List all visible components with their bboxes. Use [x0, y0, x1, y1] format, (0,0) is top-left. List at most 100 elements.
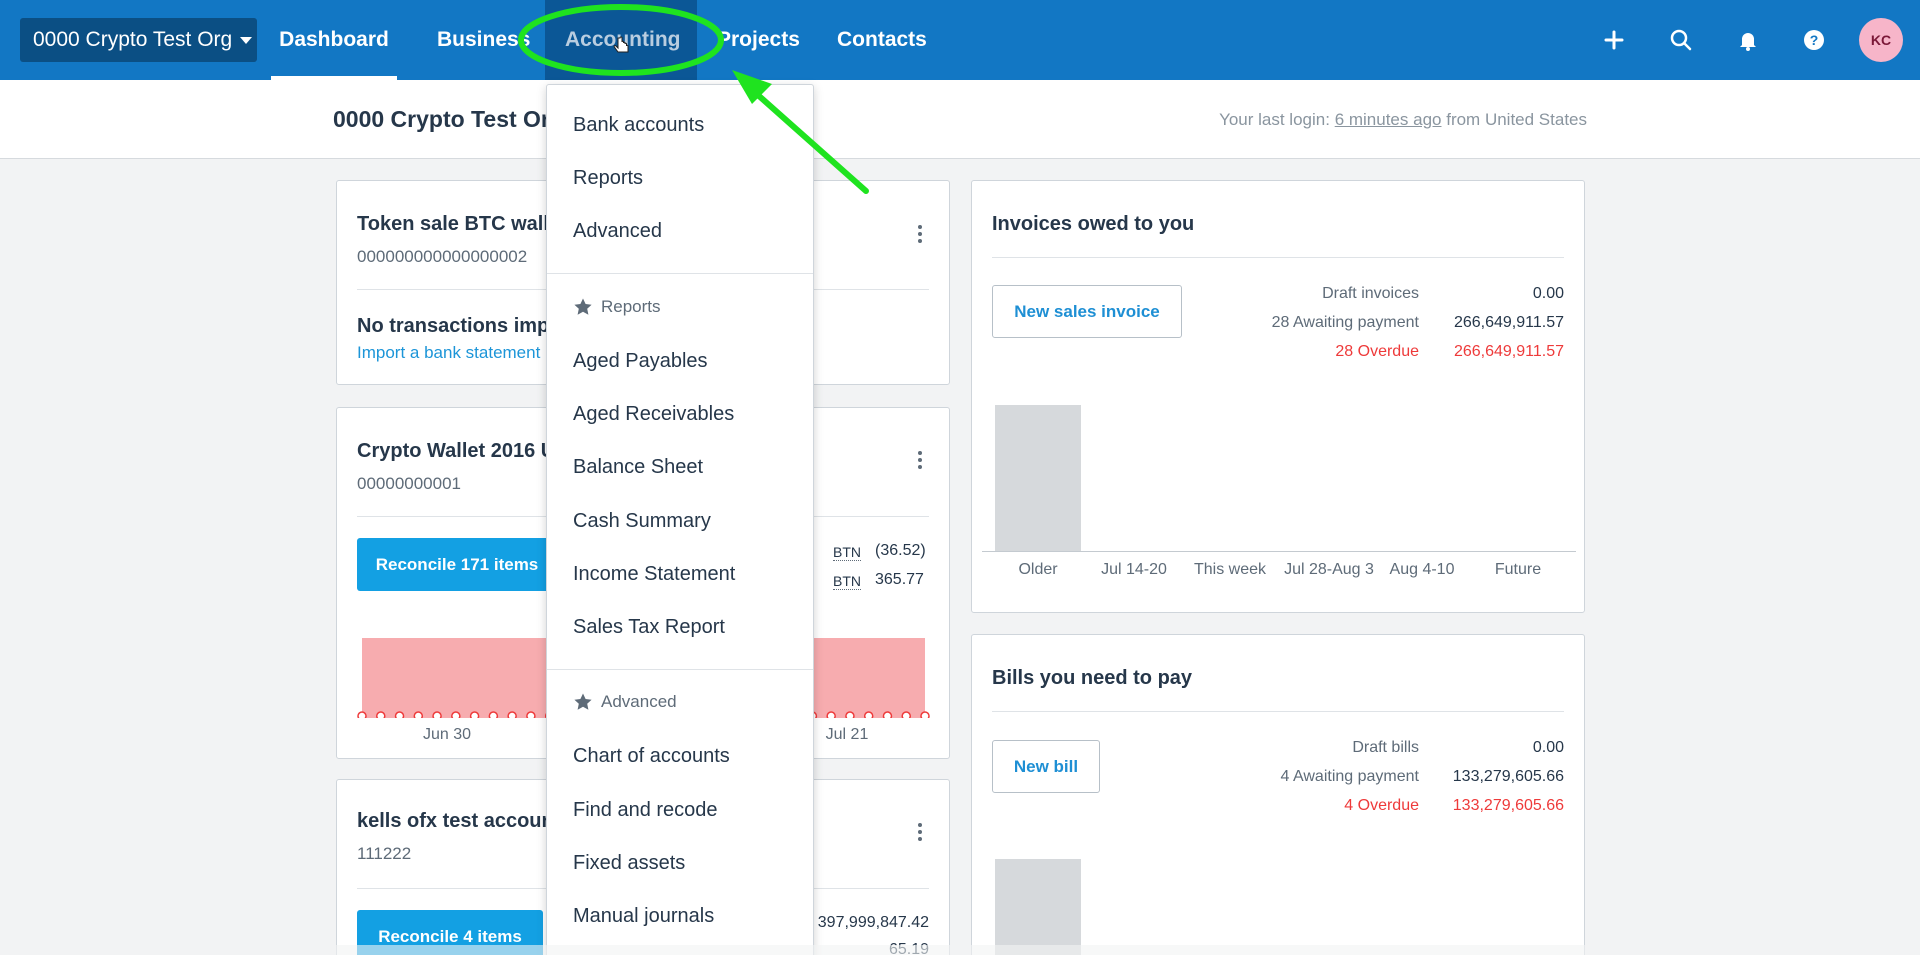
chart-bar-older[interactable] [995, 859, 1081, 955]
overdue-label[interactable]: 28 Overdue [1212, 343, 1419, 361]
more-options-icon[interactable] [917, 225, 923, 245]
last-login-suffix: from United States [1446, 110, 1587, 129]
chart-point [863, 711, 874, 718]
account-number: 000000000000000002 [357, 247, 528, 266]
nav-business[interactable]: Business [437, 0, 530, 80]
new-bill-button[interactable]: New bill [992, 740, 1100, 793]
last-login-prefix: Your last login: [1219, 110, 1330, 129]
awaiting-payment-value: 266,649,911.57 [1453, 314, 1564, 331]
awaiting-payment-value: 133,279,605.66 [1452, 768, 1564, 785]
nav-dashboard[interactable]: Dashboard [271, 0, 397, 80]
nav-accounting[interactable]: Accounting [565, 0, 681, 80]
star-icon[interactable] [573, 692, 593, 712]
reconcile-button[interactable]: Reconcile 171 items [357, 538, 557, 591]
chart-axis-label: Aug 4-10 [1389, 561, 1455, 578]
balance-tag: BTN [833, 573, 861, 590]
chart-point [469, 711, 480, 718]
draft-invoices-label[interactable]: Draft invoices [1212, 285, 1419, 303]
draft-bills-value: 0.00 [1532, 739, 1564, 756]
nav-contacts[interactable]: Contacts [837, 0, 927, 80]
chart-point [413, 711, 424, 718]
menu-section-label: Advanced [601, 692, 677, 711]
chart-axis-label: Future [1494, 561, 1542, 578]
bell-icon[interactable] [1732, 24, 1764, 56]
chart-point [526, 711, 536, 718]
account-name[interactable]: Token sale BTC wall [357, 213, 549, 236]
overdue-value: 133,279,605.66 [1452, 797, 1564, 814]
menu-item-chart-of-accounts[interactable]: Chart of accounts [573, 745, 730, 768]
org-switcher[interactable]: 0000 Crypto Test Org [20, 18, 257, 62]
chart-point [920, 711, 930, 718]
invoices-owed-card: Invoices owed to you New sales invoice D… [971, 180, 1585, 613]
balance-tag: BTN [833, 544, 861, 561]
chart-axis-label: Jul 21 [825, 726, 869, 743]
new-sales-invoice-button[interactable]: New sales invoice [992, 285, 1182, 338]
chart-point [507, 711, 517, 718]
draft-invoices-value: 0.00 [1532, 285, 1564, 302]
chart-axis-label: This week [1193, 561, 1267, 578]
menu-divider [547, 273, 813, 274]
menu-section-reports: Reports [573, 297, 661, 317]
menu-item-balance-sheet[interactable]: Balance Sheet [573, 456, 703, 479]
chart-point [882, 711, 893, 718]
menu-item-sales-tax-report[interactable]: Sales Tax Report [573, 616, 725, 639]
account-name[interactable]: Crypto Wallet 2016 U [357, 440, 555, 463]
no-transactions-title: No transactions imp [357, 315, 550, 337]
page-title: 0000 Crypto Test Org [333, 106, 564, 132]
overdue-value: 266,649,911.57 [1453, 343, 1564, 360]
divider [992, 711, 1564, 712]
chart-point [357, 711, 367, 718]
chart-axis-label: Older [1018, 561, 1058, 578]
account-name[interactable]: kells ofx test accour [357, 810, 549, 833]
menu-item-income-statement[interactable]: Income Statement [573, 563, 735, 586]
page-bottom-fade [0, 945, 1920, 955]
awaiting-payment-label[interactable]: 4 Awaiting payment [1212, 768, 1419, 786]
chart-point [432, 711, 442, 718]
org-switcher-label: 0000 Crypto Test Org [33, 28, 233, 51]
draft-bills-label[interactable]: Draft bills [1212, 739, 1419, 757]
chart-point [826, 711, 836, 718]
menu-item-reports[interactable]: Reports [573, 167, 643, 190]
more-options-icon[interactable] [917, 823, 923, 843]
search-icon[interactable] [1665, 24, 1697, 56]
menu-item-advanced[interactable]: Advanced [573, 220, 662, 243]
chart-bar-older[interactable] [995, 405, 1081, 551]
chart-axis-label: Jul 14-20 [1101, 561, 1167, 578]
svg-text:?: ? [1810, 32, 1819, 48]
menu-divider [547, 669, 813, 670]
last-login-time-link[interactable]: 6 minutes ago [1335, 110, 1442, 129]
menu-item-cash-summary[interactable]: Cash Summary [573, 510, 711, 533]
divider [992, 257, 1564, 258]
account-number: 00000000001 [357, 474, 462, 493]
xero-balance: 365.77 [875, 571, 924, 588]
import-statement-link[interactable]: Import a bank statement [357, 343, 540, 363]
chart-point [901, 711, 911, 718]
chevron-down-icon [240, 36, 253, 44]
nav-projects[interactable]: Projects [717, 0, 800, 80]
menu-item-manual-journals[interactable]: Manual journals [573, 905, 714, 928]
org-subheader: 0000 Crypto Test Org Your last login: 6 … [0, 80, 1920, 159]
chart-axis-label: Jun 30 [422, 726, 472, 743]
menu-item-find-and-recode[interactable]: Find and recode [573, 799, 718, 822]
menu-section-label: Reports [601, 297, 661, 316]
help-icon[interactable]: ? [1798, 24, 1830, 56]
menu-section-advanced: Advanced [573, 692, 677, 712]
menu-item-aged-receivables[interactable]: Aged Receivables [573, 403, 734, 426]
chart-baseline [982, 551, 1576, 552]
star-icon[interactable] [573, 297, 593, 317]
avatar[interactable]: KC [1859, 18, 1903, 62]
chart-axis-label: Jul 28-Aug 3 [1284, 561, 1374, 578]
chart-point [845, 711, 855, 718]
card-title[interactable]: Bills you need to pay [992, 667, 1192, 690]
plus-icon[interactable] [1598, 24, 1630, 56]
last-login-info: Your last login: 6 minutes ago from Unit… [1219, 110, 1587, 130]
menu-item-fixed-assets[interactable]: Fixed assets [573, 852, 685, 875]
top-navigation-bar: 0000 Crypto Test Org Dashboard Business … [0, 0, 1920, 80]
chart-point [376, 711, 386, 718]
menu-item-bank-accounts[interactable]: Bank accounts [573, 114, 704, 137]
awaiting-payment-label[interactable]: 28 Awaiting payment [1212, 314, 1419, 332]
overdue-label[interactable]: 4 Overdue [1212, 797, 1419, 815]
menu-item-aged-payables[interactable]: Aged Payables [573, 350, 708, 373]
card-title[interactable]: Invoices owed to you [992, 213, 1194, 236]
more-options-icon[interactable] [917, 451, 923, 471]
